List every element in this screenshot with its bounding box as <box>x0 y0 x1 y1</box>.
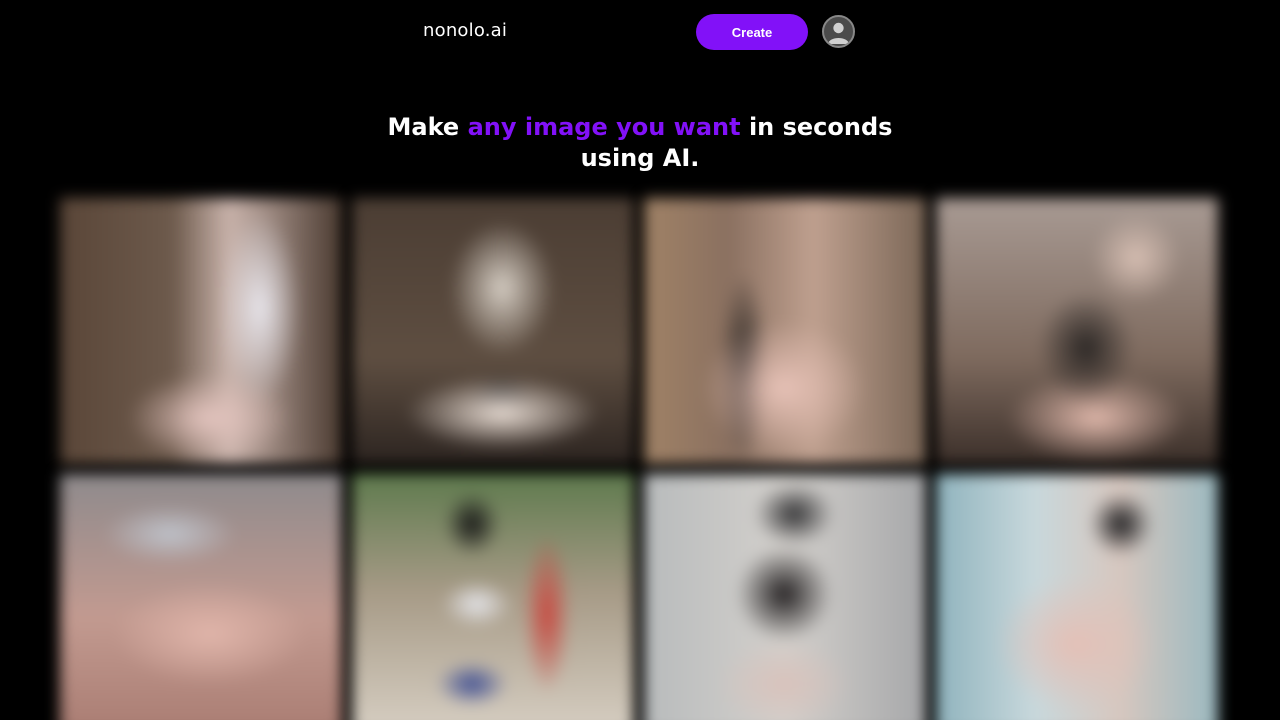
hero-headline: Make any image you want in seconds using… <box>370 112 910 174</box>
create-button[interactable]: Create <box>696 14 808 50</box>
gallery-image-7[interactable] <box>644 474 926 720</box>
gallery-image-4[interactable] <box>936 198 1218 464</box>
brand-logo[interactable]: nonolo.ai <box>423 20 507 41</box>
gallery-image-5[interactable] <box>60 474 342 720</box>
gallery-image-8[interactable] <box>936 474 1218 720</box>
headline-accent-text: any image you want <box>467 113 741 141</box>
gallery-image-2[interactable] <box>352 198 634 464</box>
headline-text-start: Make <box>387 113 468 141</box>
page: nonolo.ai Create Make any image you want… <box>0 0 1280 720</box>
gallery-image-6[interactable] <box>352 474 634 720</box>
gallery-image-3[interactable] <box>644 198 926 464</box>
person-icon <box>828 22 849 44</box>
user-avatar-icon[interactable] <box>822 15 855 48</box>
gallery-image-1[interactable] <box>60 198 342 464</box>
image-gallery <box>0 0 1280 720</box>
